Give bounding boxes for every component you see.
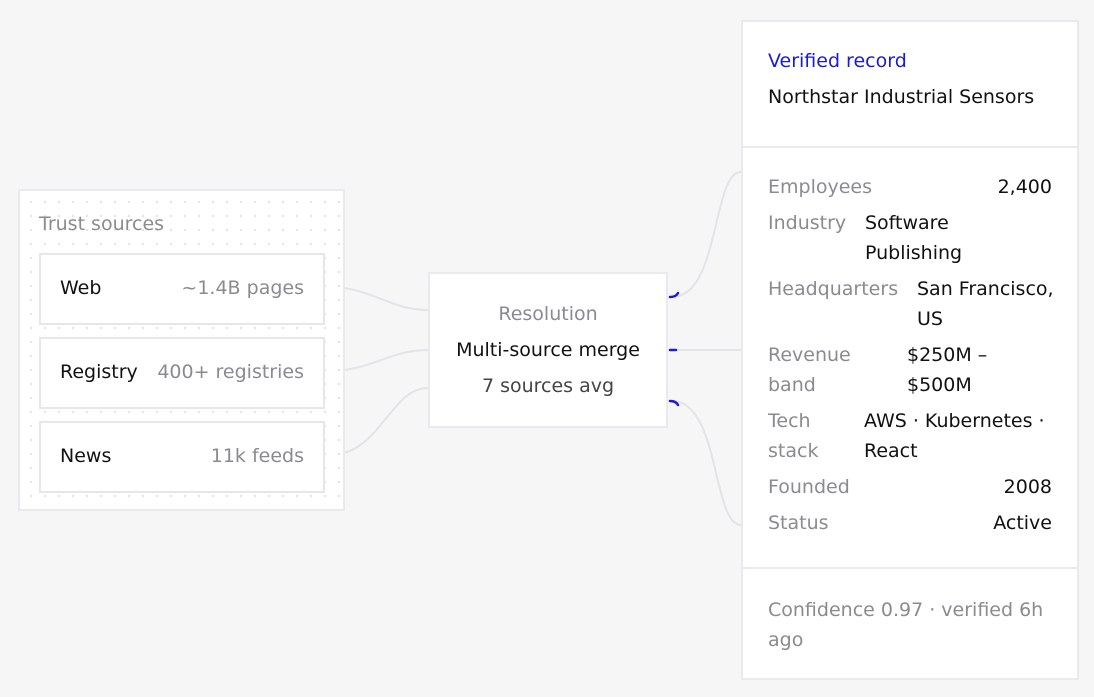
field-value: San Francisco, US	[917, 278, 1054, 330]
source-web[interactable]: Web ~1.4B pages	[39, 253, 325, 325]
connector-record-top	[671, 171, 742, 298]
trust-sources-title: Trust sources	[39, 213, 165, 235]
resolution-label: Resolution	[498, 303, 598, 325]
record-eyebrow: Verified record	[768, 50, 907, 72]
field-value: Software Publishing	[865, 212, 963, 264]
field-label: Status	[768, 512, 829, 534]
record-header: Verified record Northstar Industrial Sen…	[743, 22, 1077, 148]
port-out-top	[668, 291, 680, 299]
field-label: Tech stack	[768, 410, 819, 462]
connector-record-bottom	[671, 400, 742, 526]
resolution-detail: 7 sources avg	[481, 375, 615, 397]
field-label: Headquarters	[768, 278, 899, 300]
field-value: 2,400	[997, 176, 1052, 198]
source-registry[interactable]: Registry 400+ registries	[39, 337, 325, 409]
field-value: 2008	[1003, 476, 1052, 498]
source-name: News	[60, 445, 112, 467]
field-value: $250M – $500M	[907, 344, 988, 396]
trust-sources-panel: Trust sources Web ~1.4B pages Registry 4…	[18, 189, 345, 511]
record-company-name: Northstar Industrial Sensors	[768, 86, 1035, 108]
source-metric: 400+ registries	[157, 361, 304, 383]
field-label: Employees	[768, 176, 872, 198]
field-value: AWS · Kubernetes · React	[864, 410, 1045, 462]
source-name: Web	[60, 277, 102, 299]
source-metric: 11k feeds	[210, 445, 304, 467]
field-label: Industry	[768, 212, 847, 234]
field-label: Founded	[768, 476, 850, 498]
port-out-bottom	[668, 399, 680, 407]
source-metric: ~1.4B pages	[181, 277, 304, 299]
resolution-node[interactable]: Resolution Multi-source merge 7 sources …	[428, 272, 668, 428]
resolution-method: Multi-source merge	[456, 339, 640, 361]
field-label: Revenue band	[768, 344, 851, 396]
source-news[interactable]: News 11k feeds	[39, 421, 325, 493]
verified-record-card: Verified record Northstar Industrial Sen…	[741, 20, 1079, 680]
record-footer: Confidence 0.97 · verified 6h ago	[743, 567, 1077, 678]
confidence-text: Confidence 0.97 · verified 6h ago	[768, 599, 1044, 651]
status-badge: Active	[993, 512, 1052, 534]
source-name: Registry	[60, 361, 138, 383]
